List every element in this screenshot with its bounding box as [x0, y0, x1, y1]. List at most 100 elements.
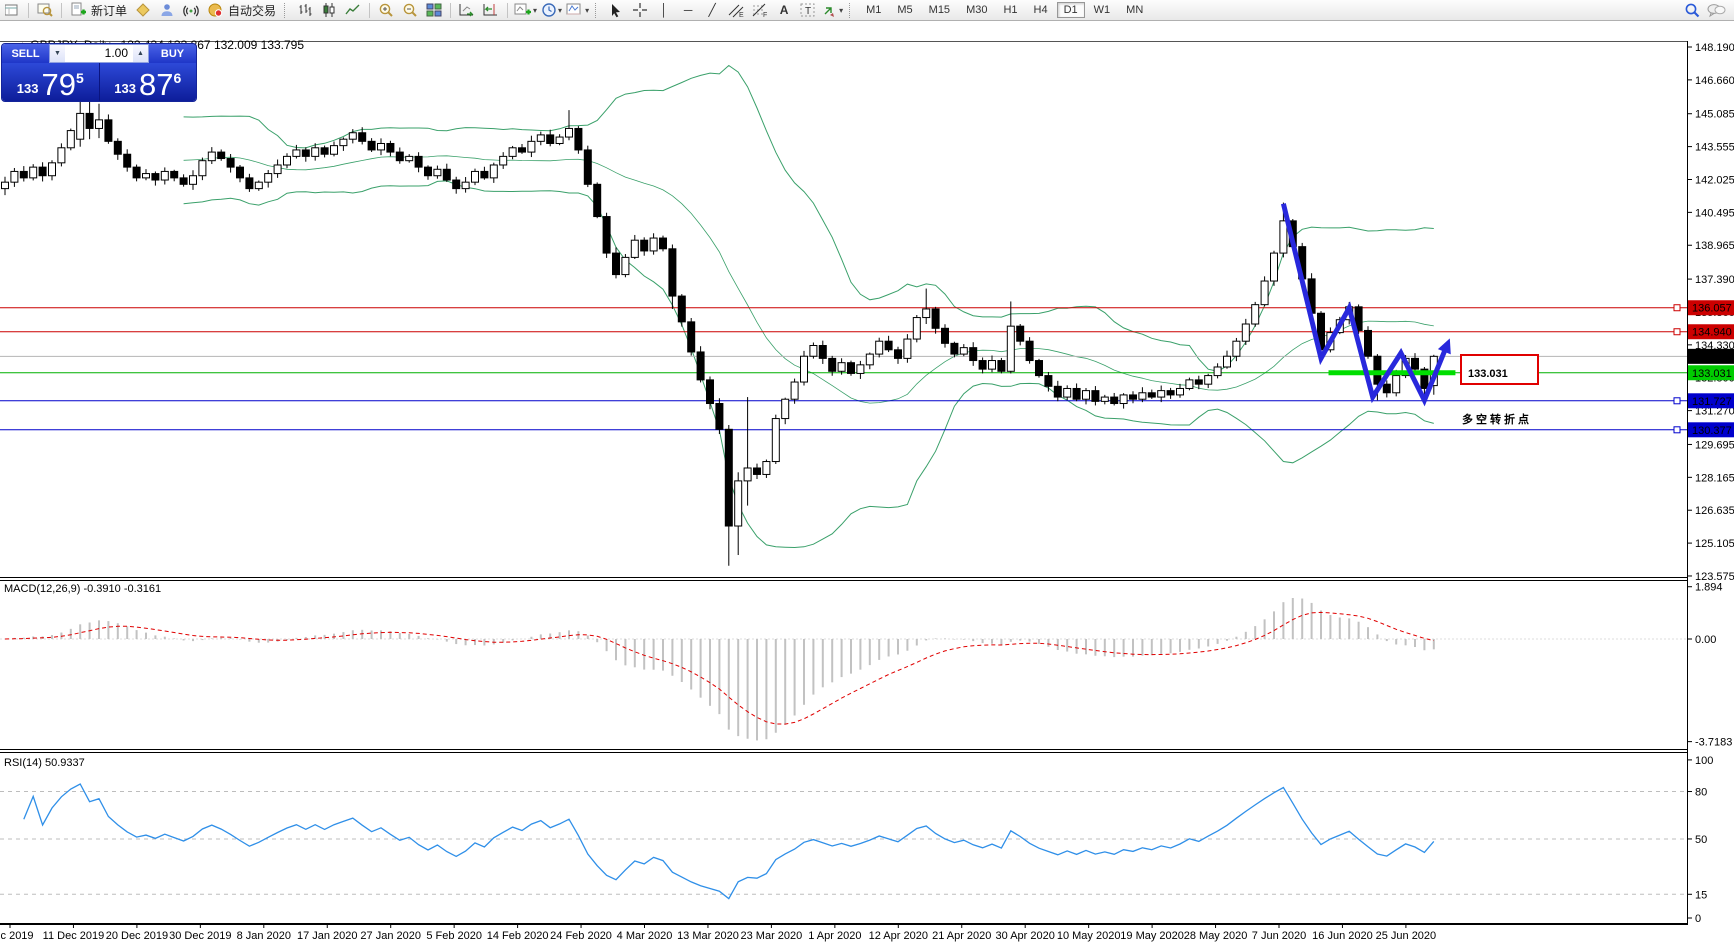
horizontal-line-tool-icon[interactable]: ─ — [676, 1, 700, 19]
timeframe-h4[interactable]: H4 — [1027, 2, 1055, 18]
price-chart-svg[interactable]: 148.190 146.660 145.085 143.555 142.025 140.4… — [0, 0, 1734, 947]
candle-body — [875, 340, 884, 355]
line-handle[interactable] — [1673, 304, 1681, 312]
price-tick-label: 145.085 — [1695, 109, 1734, 121]
shapes-arrows-button[interactable]: ▾ — [820, 1, 845, 19]
date-tick-label: 1 Apr 2020 — [808, 930, 861, 942]
toolbar-grip — [595, 2, 600, 18]
buy-price-big: 87 — [138, 67, 174, 101]
candle-body — [123, 153, 132, 168]
new-order-button[interactable] — [66, 1, 90, 19]
candle-body — [170, 170, 179, 179]
volume-value[interactable]: 1.00 — [65, 45, 133, 62]
candle-body — [104, 119, 113, 142]
sell-price[interactable]: 133 79 5 — [2, 63, 100, 101]
candle-body — [1157, 390, 1166, 398]
candle-body — [630, 239, 639, 258]
svg-text:E: E — [739, 12, 744, 18]
macd-tick-label: 1.894 — [1695, 582, 1723, 594]
candle-body — [1241, 323, 1250, 342]
candle-body — [1251, 304, 1260, 325]
period-clock-button[interactable]: ▾ — [539, 1, 564, 19]
date-tick-label: 27 Jan 2020 — [360, 930, 421, 942]
volume-up-button[interactable]: ▲ — [133, 45, 148, 62]
template-button[interactable]: ▾ — [564, 1, 591, 19]
price-tick-label: 146.660 — [1695, 75, 1734, 87]
candle-body — [912, 317, 921, 340]
candle-body — [518, 147, 526, 153]
candle-body — [1063, 387, 1072, 398]
sell-price-big: 79 — [41, 67, 76, 101]
candle-body — [424, 166, 432, 177]
zoom-out-icon[interactable] — [398, 1, 422, 19]
market-watch-icon[interactable] — [0, 1, 24, 19]
add-indicator-button[interactable]: ▾ — [512, 1, 539, 19]
separator — [369, 2, 371, 18]
candle-body — [828, 357, 837, 372]
community-user-icon[interactable] — [155, 1, 179, 19]
candle-body — [1091, 390, 1100, 402]
rsi-indicator-label: RSI(14) 50.9337 — [4, 757, 85, 769]
line-handle[interactable] — [1673, 397, 1681, 405]
line-handle[interactable] — [1673, 426, 1681, 434]
buy-price-base: 133 — [114, 81, 136, 96]
chart-shift-icon[interactable] — [479, 1, 503, 19]
candle-body — [593, 183, 602, 218]
line-handle[interactable] — [1673, 328, 1681, 336]
metaeditor-icon[interactable] — [131, 1, 155, 19]
timeframe-m30[interactable]: M30 — [959, 2, 994, 18]
search-icon[interactable] — [1680, 1, 1704, 19]
timeframe-m1[interactable]: M1 — [859, 2, 888, 18]
date-tick-label: 24 Feb 2020 — [550, 930, 612, 942]
channel-tool-icon[interactable]: E — [724, 1, 748, 19]
candle-body — [1279, 220, 1288, 254]
price-tick-label: 125.105 — [1695, 538, 1734, 550]
candles — [1, 52, 1438, 566]
volume-spinner[interactable]: ▼ 1.00 ▲ — [49, 44, 149, 63]
volume-down-button[interactable]: ▼ — [50, 45, 65, 62]
candle-body — [1053, 385, 1062, 398]
candle-body — [461, 181, 470, 190]
autotrading-label[interactable]: 自动交易 — [228, 2, 276, 19]
autotrading-button[interactable] — [203, 1, 227, 19]
separator — [507, 2, 509, 18]
vertical-line-tool-icon[interactable]: │ — [652, 1, 676, 19]
candle-body — [10, 170, 19, 183]
timeframe-h1[interactable]: H1 — [996, 2, 1024, 18]
new-order-label[interactable]: 新订单 — [91, 2, 127, 19]
candle-body — [668, 248, 677, 297]
terminal-window: 新订单 自动交易 ▾ ▾ ▾ │ ─ ╱ E F A T ▾ M1 M5 M15… — [0, 0, 1734, 947]
candle-body — [1411, 357, 1419, 370]
candle-body — [471, 170, 479, 183]
candle-body — [57, 147, 66, 164]
text-tool-icon[interactable]: A — [772, 1, 796, 19]
timeframe-m15[interactable]: M15 — [922, 2, 957, 18]
timeframe-w1[interactable]: W1 — [1087, 2, 1118, 18]
timeframe-m5[interactable]: M5 — [890, 2, 919, 18]
buy-price[interactable]: 133 87 6 — [100, 63, 197, 101]
chat-icon[interactable] — [1704, 1, 1728, 19]
timeframe-d1[interactable]: D1 — [1056, 2, 1085, 18]
zoom-in-icon[interactable] — [374, 1, 398, 19]
buy-button[interactable]: BUY — [149, 44, 196, 63]
data-window-icon[interactable] — [33, 1, 57, 19]
crosshair-tool-icon[interactable] — [628, 1, 652, 19]
candle-body — [508, 147, 517, 157]
line-chart-type-icon[interactable] — [341, 1, 365, 19]
auto-scroll-icon[interactable] — [455, 1, 479, 19]
candle-body — [160, 170, 169, 181]
fibonacci-tool-icon[interactable]: F — [748, 1, 772, 19]
axis-bottom-border — [0, 923, 1687, 925]
candle-body — [1260, 280, 1269, 306]
signal-icon[interactable] — [179, 1, 203, 19]
trendline-tool-icon[interactable]: ╱ — [700, 1, 724, 19]
timeframe-mn[interactable]: MN — [1119, 2, 1150, 18]
sell-button[interactable]: SELL — [2, 44, 49, 63]
tile-windows-icon[interactable] — [422, 1, 446, 19]
candlestick-type-icon[interactable] — [317, 1, 341, 19]
cursor-tool-icon[interactable] — [604, 1, 628, 19]
candle-body — [189, 175, 197, 185]
bar-chart-type-icon[interactable] — [293, 1, 317, 19]
candle-body — [621, 256, 630, 276]
label-tool-icon[interactable]: T — [796, 1, 820, 19]
